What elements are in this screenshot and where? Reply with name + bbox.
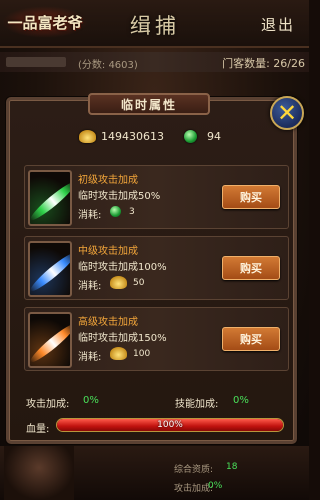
- hp-text: 100%: [157, 420, 183, 430]
- item-name: 中级攻击加成: [78, 246, 138, 257]
- attack-shard-icon: [28, 170, 72, 226]
- jade-gem-icon: [184, 130, 197, 143]
- gem-amount: 94: [207, 130, 221, 143]
- retainer-count: 门客数量: 26/26: [222, 57, 305, 70]
- item-cost-value: 50: [133, 278, 145, 288]
- attack-shard-icon: [28, 312, 72, 368]
- shop-item: 初级攻击加成 临时攻击加成50% 消耗: 3 购买: [24, 165, 289, 229]
- gold-ingot-icon: [110, 276, 127, 289]
- currency-row: 149430613 94: [79, 129, 249, 145]
- jade-gem-icon: [110, 206, 121, 217]
- game-logo: 一品富老爷: [2, 6, 88, 38]
- buy-button[interactable]: 购买: [222, 185, 280, 209]
- character-portrait: [4, 446, 74, 500]
- shop-item: 高级攻击加成 临时攻击加成150% 消耗: 100 购买: [24, 307, 289, 371]
- item-cost-value: 100: [133, 349, 151, 359]
- aptitude-label: 综合资质:: [174, 465, 214, 475]
- item-cost-label: 消耗:: [78, 281, 102, 292]
- stats-row: 攻击加成: 0% 技能加成: 0%: [26, 395, 266, 410]
- score-text: (分数: 4603): [78, 60, 138, 71]
- skill-bonus-label: 技能加成:: [175, 399, 219, 410]
- attack-shard-icon: [28, 241, 72, 297]
- hp-label: 血量:: [26, 424, 50, 435]
- attack-bonus-value: 0%: [83, 395, 99, 406]
- skill-bonus-value: 0%: [233, 395, 249, 406]
- gold-ingot-icon: [110, 347, 127, 360]
- exit-button[interactable]: 退出: [253, 12, 303, 36]
- close-icon: ✕: [276, 99, 298, 127]
- player-name-blurred: [6, 57, 66, 67]
- item-cost-value: 3: [129, 207, 135, 217]
- gold-ingot-icon: [79, 130, 96, 143]
- top-bar: 一品富老爷 缉捕 退出: [0, 0, 309, 48]
- item-description: 临时攻击加成100%: [78, 262, 167, 273]
- close-button[interactable]: ✕: [270, 96, 304, 130]
- bottom-area: [0, 446, 309, 500]
- info-row: (分数: 4603) 门客数量: 26/26: [0, 52, 309, 72]
- hp-bar: 100%: [56, 418, 284, 432]
- item-description: 临时攻击加成150%: [78, 333, 167, 344]
- item-cost-label: 消耗:: [78, 210, 102, 221]
- gold-amount: 149430613: [101, 130, 164, 143]
- attack-bonus-label: 攻击加成:: [26, 399, 70, 410]
- shop-item: 中级攻击加成 临时攻击加成100% 消耗: 50 购买: [24, 236, 289, 300]
- page-title: 缉捕: [130, 14, 180, 38]
- item-name: 初级攻击加成: [78, 175, 138, 186]
- aptitude-value: 18: [226, 462, 238, 472]
- buy-button[interactable]: 购买: [222, 327, 280, 351]
- panel-title: 临时属性: [88, 93, 210, 115]
- bottom-attack-value: 0%: [208, 481, 223, 491]
- item-cost-label: 消耗:: [78, 352, 102, 363]
- item-name: 高级攻击加成: [78, 317, 138, 328]
- item-description: 临时攻击加成50%: [78, 191, 161, 202]
- buy-button[interactable]: 购买: [222, 256, 280, 280]
